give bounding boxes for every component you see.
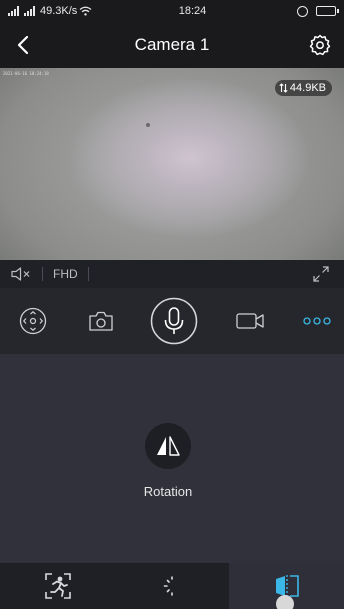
rotation-icon <box>157 436 180 456</box>
clock: 18:24 <box>178 5 207 17</box>
alarm-icon <box>297 5 308 17</box>
bitrate-value: 44.9KB <box>289 82 326 94</box>
rotation-button[interactable] <box>145 423 191 469</box>
quality-selector[interactable]: FHD <box>53 267 78 281</box>
fullscreen-icon[interactable] <box>312 265 330 283</box>
video-toolbar: FHD <box>0 260 344 288</box>
record-button[interactable] <box>228 288 272 354</box>
wifi-icon <box>79 6 92 16</box>
mute-icon[interactable] <box>10 266 32 282</box>
microphone-icon <box>150 297 198 345</box>
tab-motion-detection[interactable] <box>0 563 115 609</box>
rotation-label: Rotation <box>143 484 193 499</box>
divider <box>42 267 43 281</box>
gear-icon[interactable] <box>308 33 332 57</box>
header: Camera 1 <box>0 22 344 68</box>
video-osd-timestamp: 2021-06-16 18:24:18 <box>3 71 49 76</box>
video-spot <box>146 123 150 127</box>
divider <box>87 267 89 281</box>
talk-button[interactable] <box>148 288 200 354</box>
signal-icon <box>8 6 19 16</box>
night-vision-icon <box>163 576 183 596</box>
battery-icon <box>316 6 339 16</box>
motion-detection-icon <box>44 573 71 599</box>
signal-icon <box>24 6 35 16</box>
camera-controls <box>0 288 344 354</box>
status-bar: 49.3K/s 18:24 <box>0 0 344 22</box>
bitrate-badge: 44.9KB <box>274 80 332 96</box>
video-feed[interactable]: 2021-06-16 18:24:18 44.9KB <box>0 68 344 260</box>
page-title: Camera 1 <box>134 35 210 54</box>
transfer-icon <box>279 83 288 93</box>
back-icon[interactable] <box>12 33 36 57</box>
snapshot-button[interactable] <box>80 288 122 354</box>
ptz-control-icon <box>19 307 47 335</box>
record-icon <box>236 313 264 329</box>
tab-night-vision[interactable] <box>115 563 230 609</box>
ptz-control-button[interactable] <box>12 288 54 354</box>
snapshot-icon <box>89 311 113 331</box>
more-button[interactable] <box>298 288 336 354</box>
function-panel: Rotation <box>0 354 344 563</box>
more-icon <box>303 317 331 325</box>
drag-handle[interactable] <box>276 595 294 609</box>
network-speed: 49.3K/s <box>40 5 78 17</box>
